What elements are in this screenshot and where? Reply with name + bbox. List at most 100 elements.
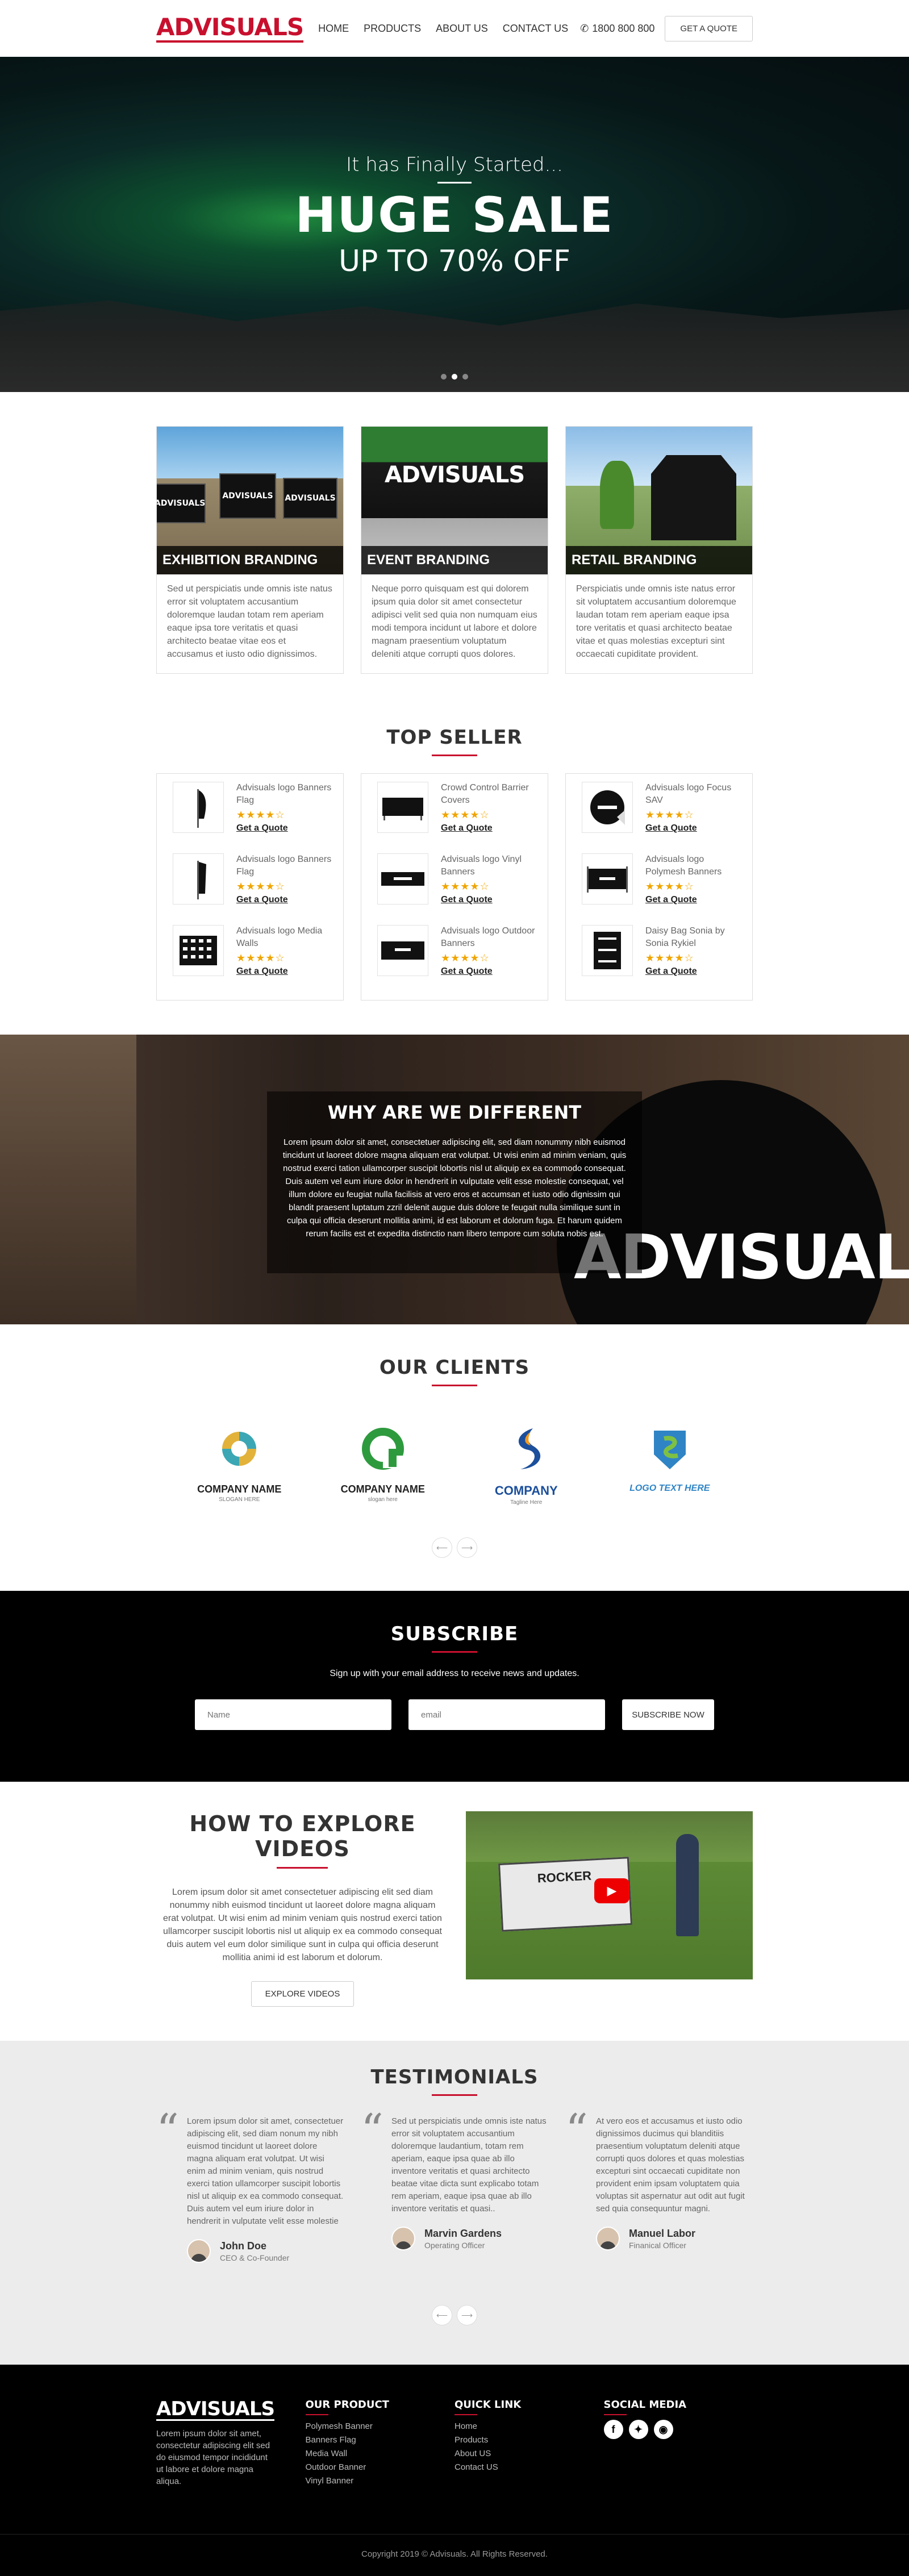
footer-link[interactable]: Media Wall [306, 2447, 455, 2461]
slider-dot-1[interactable] [441, 374, 447, 380]
name-input[interactable] [195, 1699, 391, 1730]
product-name[interactable]: Advisuals logo Banners Flag [236, 853, 335, 878]
get-quote-link[interactable]: Get a Quote [645, 823, 744, 833]
slider-dot-2[interactable] [452, 374, 457, 380]
videos-text: Lorem ipsum dolor sit amet consectetuer … [163, 1887, 442, 1962]
get-quote-link[interactable]: Get a Quote [645, 895, 744, 905]
footer-link[interactable]: Vinyl Banner [306, 2474, 455, 2488]
get-quote-link[interactable]: Get a Quote [645, 966, 744, 977]
s-shield-logo-icon [653, 1431, 686, 1469]
nav-about-us[interactable]: ABOUT US [436, 23, 488, 35]
get-quote-link[interactable]: Get a Quote [236, 823, 335, 833]
videos-layout: HOW TO EXPLORE VIDEOS Lorem ipsum dolor … [156, 1811, 753, 2007]
product-thumbnail [582, 853, 633, 904]
facebook-icon[interactable]: f [603, 2420, 623, 2439]
product-item[interactable]: Advisuals logo Outdoor Banners ★★★★☆ Get a… [377, 925, 540, 997]
product-name[interactable]: Advisuals logo Focus SAV [645, 782, 744, 807]
product-name[interactable]: Advisuals logo Polymesh Banners [645, 853, 744, 878]
product-thumbnail [173, 925, 224, 976]
footer-social: SOCIAL MEDIA f ✦ ◉ [603, 2399, 753, 2488]
testimonial-text: Lorem ipsum dolor sit amet, consectetuer… [187, 2116, 344, 2226]
footer-logo[interactable]: ADVISUALS [156, 2399, 275, 2421]
product-name[interactable]: Crowd Control Barrier Covers [441, 782, 540, 807]
footer-link[interactable]: Polymesh Banner [306, 2420, 455, 2433]
product-item[interactable]: Advisuals logo Focus SAV ★★★★☆ Get a Quote [582, 782, 744, 853]
product-item[interactable]: Advisuals logo Banners Flag ★★★★☆ Get a Qu… [173, 782, 335, 853]
star-rating: ★★★★☆ [441, 881, 490, 892]
hero-slider: It has Finally Started... HUGE SALE UP T… [0, 57, 909, 392]
retail-branding-image: RETAIL BRANDING [566, 427, 752, 574]
client-logo[interactable]: COMPANY Tagline Here [464, 1420, 589, 1506]
site-logo[interactable]: ADVISUALS [156, 14, 304, 43]
banner-graphic: ADVISUALS [157, 483, 206, 523]
star-rating: ★★★★☆ [236, 952, 285, 964]
get-quote-link[interactable]: Get a Quote [236, 966, 335, 977]
footer-link[interactable]: Products [454, 2433, 604, 2447]
client-slogan: slogan here [368, 1497, 398, 1503]
product-item[interactable]: Daisy Bag Sonia by Sonia Rykiel ★★★★☆ Get … [582, 925, 744, 997]
client-logo[interactable]: LOGO TEXT HERE [607, 1420, 732, 1506]
main-nav: HOME PRODUCTS ABOUT US CONTACT US [318, 23, 568, 35]
next-arrow-icon[interactable]: ⟶ [457, 2305, 477, 2325]
nav-contact-us[interactable]: CONTACT US [503, 23, 568, 35]
slider-dots [0, 374, 909, 380]
product-item[interactable]: Crowd Control Barrier Covers ★★★★☆ Get a Q… [377, 782, 540, 853]
title-underline [432, 1651, 477, 1653]
product-thumbnail [582, 782, 633, 833]
card-text: Sed ut perspiciatis unde omnis iste natu… [167, 584, 332, 659]
footer-link[interactable]: About US [454, 2447, 604, 2461]
instagram-icon[interactable]: ◉ [653, 2420, 673, 2439]
star-rating: ★★★★☆ [645, 809, 694, 820]
nav-home[interactable]: HOME [318, 23, 349, 35]
branding-cards: ADVISUALS ADVISUALS ADVISUALS EXHIBITION… [156, 426, 753, 674]
tent-graphic [651, 455, 736, 540]
seller-column-3: Advisuals logo Focus SAV ★★★★☆ Get a Quote… [565, 773, 753, 1001]
footer-link[interactable]: Outdoor Banner [306, 2461, 455, 2474]
client-logo[interactable]: COMPANY NAME SLOGAN HERE [177, 1420, 302, 1506]
prev-arrow-icon[interactable]: ⟵ [432, 2305, 452, 2325]
get-quote-link[interactable]: Get a Quote [441, 823, 540, 833]
hero-title: HUGE SALE [295, 187, 614, 244]
video-thumbnail[interactable]: ROCKER ▶ [465, 1811, 753, 1979]
play-icon[interactable]: ▶ [594, 1878, 629, 1903]
author-role: CEO & Co-Founder [220, 2253, 290, 2262]
nav-products[interactable]: PRODUCTS [364, 23, 421, 35]
next-arrow-icon[interactable]: ⟶ [457, 1537, 477, 1558]
card-event-branding[interactable]: ADVISUALS EVENT BRANDING Neque porro qui… [361, 426, 548, 674]
prev-arrow-icon[interactable]: ⟵ [432, 1537, 452, 1558]
subscribe-button[interactable]: SUBSCRIBE NOW [622, 1699, 714, 1730]
product-name[interactable]: Advisuals logo Vinyl Banners [441, 853, 540, 878]
get-quote-link[interactable]: Get a Quote [441, 895, 540, 905]
explore-videos-button[interactable]: EXPLORE VIDEOS [251, 1981, 355, 2007]
card-retail-branding[interactable]: RETAIL BRANDING Perspiciatis unde omnis … [565, 426, 753, 674]
email-input[interactable] [408, 1699, 605, 1730]
product-name[interactable]: Advisuals logo Media Walls [236, 925, 335, 950]
footer-social-title: SOCIAL MEDIA [603, 2399, 687, 2411]
twitter-icon[interactable]: ✦ [628, 2420, 648, 2439]
footer-link[interactable]: Home [454, 2420, 604, 2433]
card-exhibition-branding[interactable]: ADVISUALS ADVISUALS ADVISUALS EXHIBITION… [156, 426, 344, 674]
product-item[interactable]: Advisuals logo Media Walls ★★★★☆ Get a Quo… [173, 925, 335, 997]
title-underline [454, 2414, 477, 2415]
star-rating: ★★★★☆ [236, 809, 285, 820]
avatar [391, 2227, 415, 2250]
slider-dot-3[interactable] [462, 374, 468, 380]
product-thumbnail [377, 925, 428, 976]
product-name[interactable]: Daisy Bag Sonia by Sonia Rykiel [645, 925, 744, 950]
get-quote-button[interactable]: GET A QUOTE [665, 15, 753, 41]
product-item[interactable]: Advisuals logo Banners Flag ★★★★☆ Get a Qu… [173, 853, 335, 925]
product-item[interactable]: Advisuals logo Vinyl Banners ★★★★☆ Get a Q… [377, 853, 540, 925]
footer-products-title: OUR PRODUCT [305, 2399, 389, 2411]
title-underline [305, 2414, 328, 2415]
why-body: Lorem ipsum dolor sit amet, consectetuer… [282, 1137, 627, 1239]
get-quote-link[interactable]: Get a Quote [236, 895, 335, 905]
hero-divider [437, 182, 472, 184]
videos-text-block: HOW TO EXPLORE VIDEOS Lorem ipsum dolor … [156, 1811, 449, 2007]
client-logo[interactable]: COMPANY NAME slogan here [320, 1420, 445, 1506]
product-item[interactable]: Advisuals logo Polymesh Banners ★★★★☆ Get … [582, 853, 744, 925]
footer-link[interactable]: Contact US [454, 2461, 604, 2474]
get-quote-link[interactable]: Get a Quote [441, 966, 540, 977]
product-name[interactable]: Advisuals logo Banners Flag [236, 782, 335, 807]
footer-link[interactable]: Banners Flag [306, 2433, 455, 2447]
product-name[interactable]: Advisuals logo Outdoor Banners [441, 925, 540, 950]
